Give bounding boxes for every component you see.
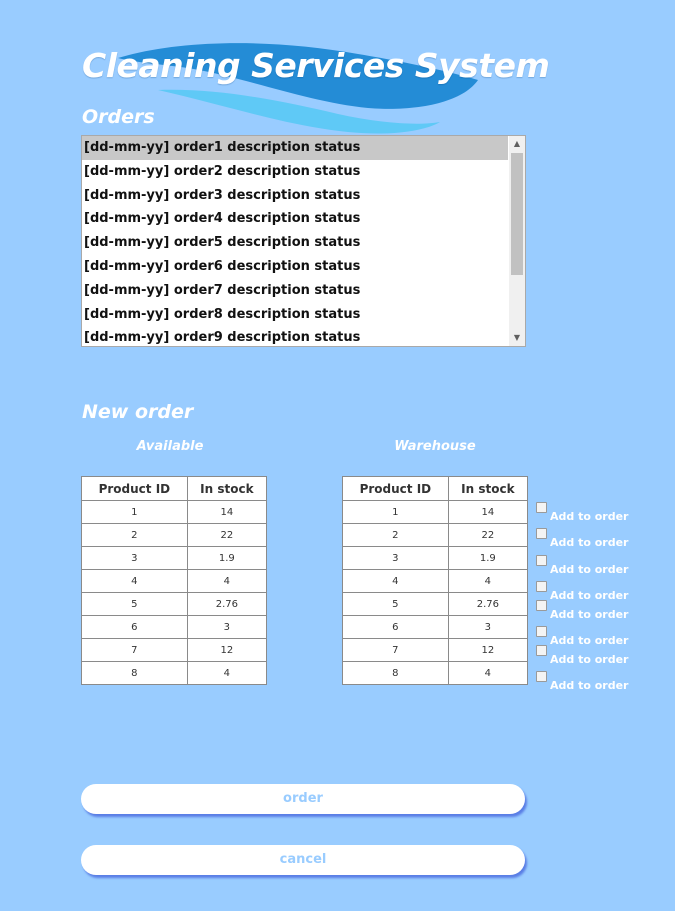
table-row: 3 1.9: [342, 546, 529, 570]
add-to-order-option[interactable]: Add to order: [536, 502, 628, 523]
table-row: 63: [342, 615, 529, 639]
add-to-order-checkbox[interactable]: [536, 600, 547, 611]
column-header-product-id: Product ID: [342, 476, 449, 501]
order-list-item[interactable]: [dd-mm-yy] order3 description status: [82, 184, 508, 208]
table-row: 1 14: [342, 500, 529, 524]
order-list-item[interactable]: [dd-mm-yy] order4 description status: [82, 207, 508, 231]
add-to-order-option[interactable]: Add to order: [536, 581, 628, 602]
product-id-cell: 5: [81, 592, 188, 616]
add-to-order-checkbox[interactable]: [536, 502, 547, 513]
in-stock-cell: 4: [447, 569, 529, 593]
orders-listbox[interactable]: [dd-mm-yy] order1 description status [dd-…: [81, 135, 526, 347]
table-row: 63: [81, 615, 268, 639]
product-id-cell: 1: [81, 500, 188, 524]
add-to-order-label[interactable]: Add to order: [550, 608, 628, 621]
order-list-item[interactable]: [dd-mm-yy] order7 description status: [82, 279, 508, 303]
in-stock-cell: 3: [186, 615, 268, 639]
in-stock-cell: 2.76: [447, 592, 529, 616]
in-stock-cell: 3: [447, 615, 529, 639]
product-id-cell: 1: [342, 500, 449, 524]
order-list-item[interactable]: [dd-mm-yy] order1 description status: [82, 136, 508, 160]
order-button[interactable]: order: [81, 784, 525, 814]
table-row: 5 2.76: [342, 592, 529, 616]
table-row: 84: [81, 661, 268, 685]
table-row: 2 22: [342, 523, 529, 547]
product-id-cell: 3: [81, 546, 188, 570]
add-to-order-option[interactable]: Add to order: [536, 645, 628, 666]
in-stock-cell: 12: [186, 638, 268, 662]
in-stock-cell: 4: [186, 569, 268, 593]
in-stock-cell: 14: [186, 500, 268, 524]
product-id-cell: 6: [342, 615, 449, 639]
in-stock-cell: 12: [447, 638, 529, 662]
product-id-cell: 2: [342, 523, 449, 547]
add-to-order-label[interactable]: Add to order: [550, 510, 628, 523]
order-list-item[interactable]: [dd-mm-yy] order9 description status: [82, 326, 508, 346]
table-row: 44: [342, 569, 529, 593]
order-list-item[interactable]: [dd-mm-yy] order2 description status: [82, 160, 508, 184]
add-to-order-label[interactable]: Add to order: [550, 536, 628, 549]
in-stock-cell: 2.76: [186, 592, 268, 616]
table-row: 44: [81, 569, 268, 593]
available-heading: Available: [136, 439, 204, 454]
scrollbar-thumb[interactable]: [511, 153, 523, 275]
orders-heading: Orders: [82, 106, 155, 128]
order-list-item[interactable]: [dd-mm-yy] order6 description status: [82, 255, 508, 279]
warehouse-heading: Warehouse: [394, 439, 476, 454]
table-row: 5 2.76: [81, 592, 268, 616]
in-stock-cell: 1.9: [447, 546, 529, 570]
add-to-order-label[interactable]: Add to order: [550, 679, 628, 692]
add-to-order-option[interactable]: Add to order: [536, 528, 628, 549]
table-row: 84: [342, 661, 529, 685]
add-to-order-option[interactable]: Add to order: [536, 626, 628, 647]
product-id-cell: 7: [81, 638, 188, 662]
add-to-order-checkbox[interactable]: [536, 555, 547, 566]
add-to-order-label[interactable]: Add to order: [550, 563, 628, 576]
new-order-heading: New order: [82, 401, 194, 423]
in-stock-cell: 4: [447, 661, 529, 685]
in-stock-cell: 22: [447, 523, 529, 547]
product-id-cell: 6: [81, 615, 188, 639]
table-row: 2 22: [81, 523, 268, 547]
product-id-cell: 3: [342, 546, 449, 570]
add-to-order-option[interactable]: Add to order: [536, 555, 628, 576]
add-to-order-label[interactable]: Add to order: [550, 653, 628, 666]
in-stock-cell: 1.9: [186, 546, 268, 570]
available-table: Product ID In stock 1 14 2 22 3 1.9 4 4 5 2.76 6 3 7…: [81, 476, 268, 685]
add-to-order-checkbox[interactable]: [536, 528, 547, 539]
add-to-order-checkbox[interactable]: [536, 645, 547, 656]
scroll-down-arrow-icon[interactable]: ▼: [509, 330, 525, 346]
in-stock-cell: 4: [186, 661, 268, 685]
add-to-order-checkbox[interactable]: [536, 581, 547, 592]
column-header-in-stock: In stock: [186, 476, 268, 501]
cancel-button[interactable]: cancel: [81, 845, 525, 875]
orders-scrollbar[interactable]: ▲ ▼: [509, 136, 525, 346]
add-to-order-checkbox[interactable]: [536, 626, 547, 637]
product-id-cell: 7: [342, 638, 449, 662]
product-id-cell: 4: [342, 569, 449, 593]
product-id-cell: 8: [81, 661, 188, 685]
warehouse-table: Product ID In stock 1 14 2 22 3 1.9 4 4 5 2.76 6 3 7…: [342, 476, 529, 685]
order-list-item[interactable]: [dd-mm-yy] order5 description status: [82, 231, 508, 255]
table-row: 7 12: [342, 638, 529, 662]
product-id-cell: 4: [81, 569, 188, 593]
product-id-cell: 8: [342, 661, 449, 685]
table-row: 1 14: [81, 500, 268, 524]
in-stock-cell: 22: [186, 523, 268, 547]
scroll-up-arrow-icon[interactable]: ▲: [509, 136, 525, 152]
order-list-item[interactable]: [dd-mm-yy] order8 description status: [82, 303, 508, 327]
add-to-order-option[interactable]: Add to order: [536, 671, 628, 692]
column-header-in-stock: In stock: [447, 476, 529, 501]
product-id-cell: 5: [342, 592, 449, 616]
add-to-order-option[interactable]: Add to order: [536, 600, 628, 621]
table-row: 7 12: [81, 638, 268, 662]
add-to-order-checkbox[interactable]: [536, 671, 547, 682]
table-row: 3 1.9: [81, 546, 268, 570]
product-id-cell: 2: [81, 523, 188, 547]
in-stock-cell: 14: [447, 500, 529, 524]
column-header-product-id: Product ID: [81, 476, 188, 501]
app-title: Cleaning Services System: [82, 46, 550, 85]
